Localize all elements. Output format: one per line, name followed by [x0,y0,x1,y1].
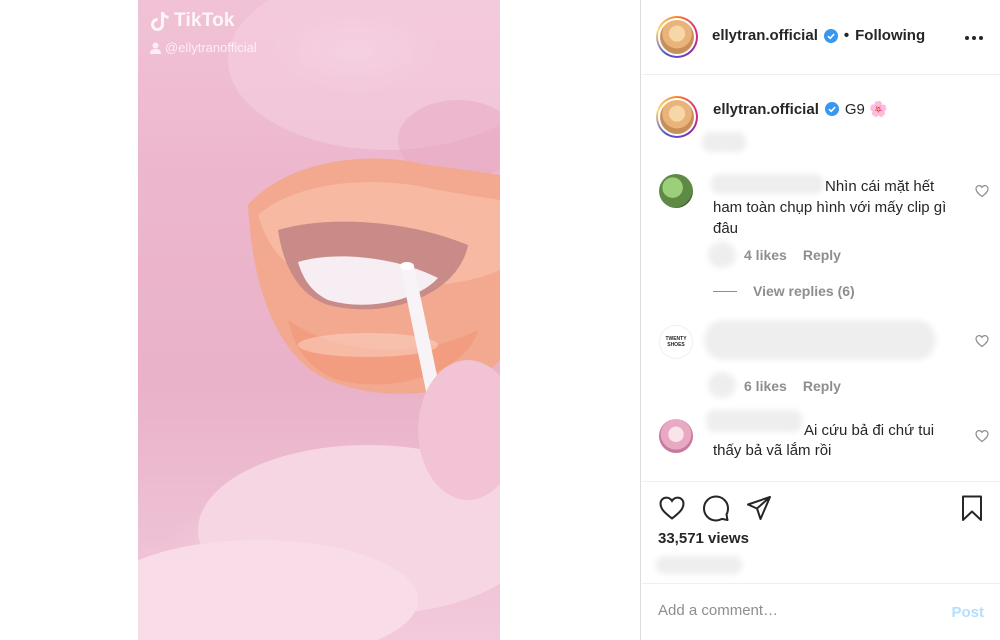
view-replies-label[interactable]: View replies (6) [753,283,855,299]
verified-badge-icon [823,28,838,43]
verified-badge-icon [824,102,839,116]
author-avatar[interactable] [656,16,698,58]
blurred-comment-text [704,320,936,360]
comment-text-line1: Ai cứu bả đi chứ tui [804,422,935,439]
comment-like-heart-icon[interactable] [975,429,989,443]
header-info: ellytran.official • Following [712,27,925,44]
comment-text: thấy bả vã lắm rồi [713,442,832,459]
media-pane: TikTok @ellytranofficial [0,0,641,640]
tiktok-app-name: TikTok [174,10,235,31]
separator-dot: • [843,27,850,44]
commenter-avatar[interactable] [659,419,693,453]
tiktok-handle: @ellytranofficial [150,40,257,55]
commenter-avatar[interactable] [659,174,693,208]
tiktok-logo-icon [151,12,169,32]
comments-list[interactable]: ellytran.official G9 🌸 Nhìn cái mặt hết … [642,76,1000,481]
user-icon [150,42,161,54]
blurred-element [708,242,736,268]
author-username[interactable]: ellytran.official [712,27,818,44]
commenter-username-blurred [706,410,802,432]
post-timestamp-blurred [656,556,742,574]
post-header: ellytran.official • Following [642,0,1000,75]
following-button[interactable]: Following [855,27,925,44]
replies-divider [713,290,737,292]
comment-meta: 6 likes Reply [744,378,841,394]
comment-icon[interactable] [702,494,730,522]
caption-author-avatar[interactable] [656,96,698,138]
commenter-username-blurred [711,174,823,194]
post-button[interactable]: Post [951,604,984,621]
view-count[interactable]: 33,571 views [658,530,749,547]
comment-text: ham toàn chụp hình với mấy clip gì đâu [713,199,947,237]
add-comment-bar: Post [642,583,1000,640]
tiktok-handle-text: @ellytranofficial [165,40,257,55]
comment-like-heart-icon[interactable] [975,184,989,198]
post-panel: ellytran.official • Following ellytran.o… [642,0,1000,640]
comment-like-heart-icon[interactable] [975,334,989,348]
video-player[interactable]: TikTok @ellytranofficial [138,0,500,640]
tiktok-watermark: TikTok [150,10,235,32]
comment-likes[interactable]: 4 likes [744,247,787,263]
avatar-brand-text: TWENTY SHOES [665,336,687,348]
view-replies-button[interactable]: View replies (6) [713,283,855,299]
blurred-element [708,372,736,398]
share-icon[interactable] [745,494,773,522]
bookmark-icon[interactable] [958,494,986,522]
add-comment-input[interactable] [658,602,928,619]
comment-likes[interactable]: 6 likes [744,378,787,394]
caption-timestamp-blurred [702,132,746,152]
more-options-icon[interactable] [964,28,984,48]
commenter-avatar-twenty-shoes[interactable]: TWENTY SHOES [659,325,693,359]
caption-username[interactable]: ellytran.official [713,101,819,118]
video-frame [138,0,500,640]
comment-text-line1: Nhìn cái mặt hết [825,178,935,195]
caption: ellytran.official G9 🌸 [713,100,888,119]
reply-button[interactable]: Reply [803,247,841,263]
caption-text: G9 🌸 [844,101,888,118]
comment-meta: 4 likes Reply [744,247,841,263]
reply-button[interactable]: Reply [803,378,841,394]
post-actions: 33,571 views [642,481,1000,583]
heart-icon[interactable] [658,494,686,522]
